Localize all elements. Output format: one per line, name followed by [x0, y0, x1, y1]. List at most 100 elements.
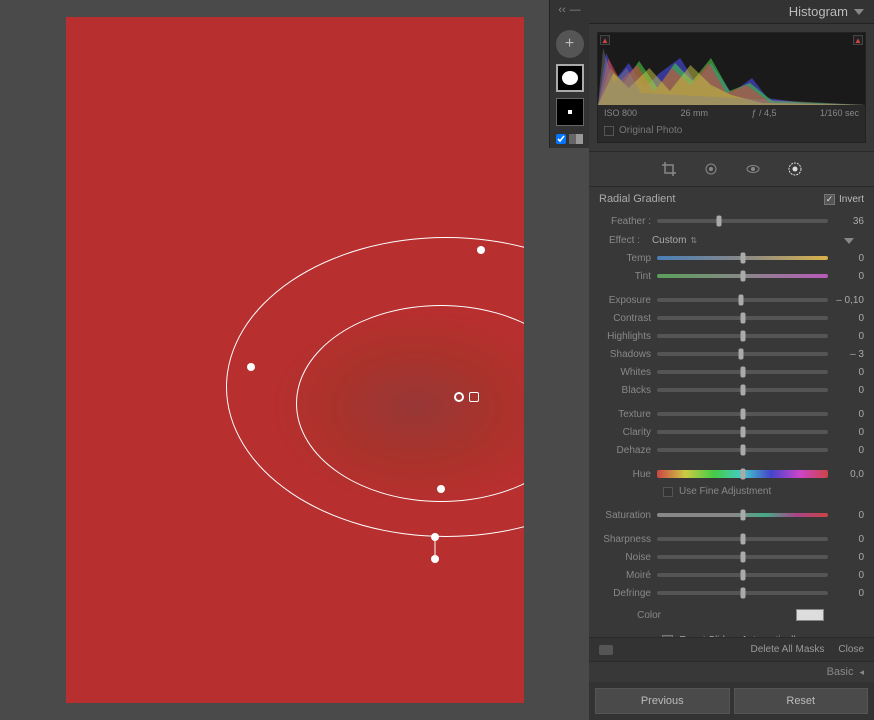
exposure-label: Exposure: [599, 295, 651, 306]
histogram-svg: [598, 33, 865, 105]
histogram-box: ▲ ▲ ISO 800 26 mm ƒ / 4,5 1/160 sec Orig…: [597, 32, 866, 143]
highlights-slider[interactable]: [657, 334, 828, 338]
histogram-header[interactable]: Histogram: [589, 0, 874, 24]
mask-floating-panel[interactable]: ‹‹ — +: [549, 0, 589, 148]
basic-panel-header[interactable]: Basic ◂: [589, 661, 874, 682]
effect-select[interactable]: Custom ⇅: [652, 235, 697, 246]
color-label: Color: [609, 610, 661, 621]
saturation-slider[interactable]: [657, 513, 828, 517]
whites-row: Whites 0: [599, 364, 864, 380]
reset-button[interactable]: Reset: [734, 688, 869, 714]
basic-chevron-icon: ◂: [859, 667, 864, 678]
original-photo-row[interactable]: Original Photo: [598, 121, 865, 142]
mask-thumb-2[interactable]: [556, 98, 584, 126]
reset-auto-row[interactable]: Reset Sliders Automatically: [599, 627, 864, 637]
exposure-value: – 0,10: [834, 295, 864, 306]
sharpness-slider[interactable]: [657, 537, 828, 541]
canvas-area[interactable]: ‹‹ — +: [0, 0, 589, 720]
add-mask-button[interactable]: +: [556, 30, 584, 58]
whites-value: 0: [834, 367, 864, 378]
mask-visibility-checkbox[interactable]: [556, 134, 566, 144]
highlights-row: Highlights 0: [599, 328, 864, 344]
original-photo-checkbox[interactable]: [604, 126, 614, 136]
radial-handle-inner-bottom[interactable]: [437, 485, 445, 493]
histogram-title: Histogram: [789, 4, 848, 19]
histogram-metadata: ISO 800 26 mm ƒ / 4,5 1/160 sec: [598, 105, 865, 121]
moire-slider[interactable]: [657, 573, 828, 577]
radial-center-pin[interactable]: [454, 392, 464, 402]
blacks-slider[interactable]: [657, 388, 828, 392]
defringe-slider[interactable]: [657, 591, 828, 595]
radial-section-title: Radial Gradient: [599, 193, 675, 205]
whites-slider[interactable]: [657, 370, 828, 374]
basic-label: Basic: [827, 666, 854, 678]
fine-adjustment-checkbox[interactable]: [663, 487, 673, 497]
chevron-down-icon[interactable]: [854, 9, 864, 15]
shadows-label: Shadows: [599, 349, 651, 360]
fine-adjustment-row[interactable]: Use Fine Adjustment: [599, 484, 864, 499]
radial-square-marker: [469, 392, 479, 402]
panel-toggle-switch[interactable]: [599, 645, 613, 655]
moire-value: 0: [834, 570, 864, 581]
delete-all-masks-link[interactable]: Delete All Masks: [751, 644, 825, 655]
mask-footer-row: Delete All Masks Close: [589, 637, 874, 661]
contrast-slider[interactable]: [657, 316, 828, 320]
tint-slider[interactable]: [657, 274, 828, 278]
meta-focal: 26 mm: [680, 108, 708, 118]
highlight-clip-icon[interactable]: ▲: [853, 35, 863, 45]
mask-compare-icon[interactable]: [569, 134, 583, 144]
dehaze-label: Dehaze: [599, 445, 651, 456]
close-link[interactable]: Close: [838, 644, 864, 655]
previous-button[interactable]: Previous: [595, 688, 730, 714]
original-photo-label: Original Photo: [619, 125, 682, 136]
masking-tool-icon[interactable]: [786, 160, 804, 178]
mask-thumb-1[interactable]: [556, 64, 584, 92]
sliders-container: Feather : 36 Effect : Custom ⇅ Temp 0 Ti…: [589, 211, 874, 637]
radial-handle-left[interactable]: [247, 363, 255, 371]
highlights-label: Highlights: [599, 331, 651, 342]
dehaze-slider[interactable]: [657, 448, 828, 452]
radial-handle-top[interactable]: [477, 246, 485, 254]
mask-panel-header: ‹‹ —: [558, 4, 580, 16]
feather-label: Feather :: [599, 216, 651, 227]
redeye-tool-icon[interactable]: [744, 160, 762, 178]
invert-checkbox[interactable]: [824, 194, 835, 205]
tint-value: 0: [834, 271, 864, 282]
temp-slider[interactable]: [657, 256, 828, 260]
radial-rotate-handle[interactable]: [431, 555, 439, 563]
hue-value: 0,0: [834, 469, 864, 480]
tool-row: [589, 151, 874, 187]
meta-aperture: ƒ / 4,5: [751, 108, 776, 118]
noise-slider[interactable]: [657, 555, 828, 559]
moire-row: Moiré 0: [599, 567, 864, 583]
tint-label: Tint: [599, 271, 651, 282]
minimize-icon[interactable]: —: [570, 4, 581, 16]
histogram[interactable]: ▲ ▲: [598, 33, 865, 105]
heal-tool-icon[interactable]: [702, 160, 720, 178]
right-panel: Histogram ▲ ▲ ISO 800 26 mm ƒ / 4,5 1/16…: [589, 0, 874, 720]
highlights-value: 0: [834, 331, 864, 342]
hue-slider[interactable]: [657, 470, 828, 478]
defringe-label: Defringe: [599, 588, 651, 599]
texture-slider[interactable]: [657, 412, 828, 416]
effect-collapse-icon[interactable]: [844, 238, 854, 244]
effect-label: Effect :: [609, 235, 640, 246]
dehaze-value: 0: [834, 445, 864, 456]
effect-row: Effect : Custom ⇅: [599, 231, 864, 250]
invert-label: Invert: [839, 194, 864, 205]
color-swatch[interactable]: [796, 609, 824, 621]
saturation-label: Saturation: [599, 510, 651, 521]
crop-tool-icon[interactable]: [660, 160, 678, 178]
photo[interactable]: [66, 17, 524, 703]
fine-adjustment-label: Use Fine Adjustment: [679, 486, 771, 497]
temp-row: Temp 0: [599, 250, 864, 266]
invert-toggle[interactable]: Invert: [824, 194, 864, 205]
exposure-slider[interactable]: [657, 298, 828, 302]
feather-slider[interactable]: [657, 219, 828, 223]
collapse-left-icon[interactable]: ‹‹: [558, 4, 565, 16]
shadows-slider[interactable]: [657, 352, 828, 356]
exposure-row: Exposure – 0,10: [599, 292, 864, 308]
shadows-row: Shadows – 3: [599, 346, 864, 362]
clarity-slider[interactable]: [657, 430, 828, 434]
shadow-clip-icon[interactable]: ▲: [600, 35, 610, 45]
